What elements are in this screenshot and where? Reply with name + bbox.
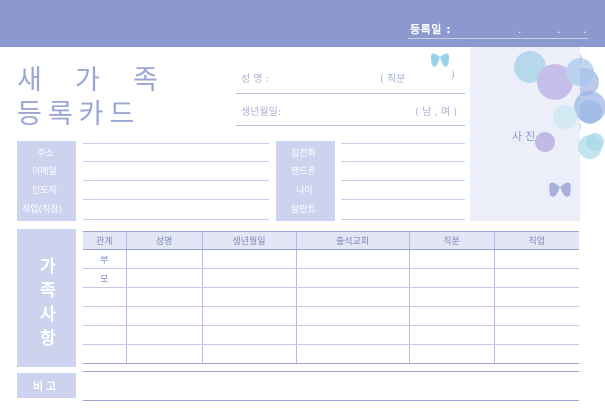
table-cell[interactable] <box>295 268 409 288</box>
age-label: 나이 <box>296 186 313 196</box>
table-row <box>83 325 579 345</box>
table-cell[interactable] <box>125 306 202 326</box>
talent-label: 달란트 <box>291 205 316 215</box>
relation-cell[interactable] <box>83 344 126 364</box>
guide-field[interactable] <box>83 199 269 200</box>
family-table: 관계 성명 생년월일 출석교회 직분 직업 부 모 <box>83 231 579 364</box>
table-row <box>83 287 579 307</box>
table-cell[interactable] <box>201 249 296 269</box>
table-cell[interactable] <box>493 287 579 307</box>
position-label: ( 직분 <box>380 74 406 85</box>
table-cell[interactable] <box>493 268 579 288</box>
address-field[interactable] <box>83 161 269 162</box>
card-title-line2: 등록카드 <box>17 99 141 130</box>
table-cell[interactable] <box>201 268 296 288</box>
header-band <box>0 0 605 47</box>
relation-cell[interactable]: 부 <box>83 249 126 269</box>
relation-cell[interactable] <box>83 287 126 307</box>
table-cell[interactable] <box>408 287 494 307</box>
table-cell[interactable] <box>408 325 494 345</box>
table-cell[interactable] <box>125 344 202 364</box>
guide-label: 인도자 <box>32 186 57 196</box>
remarks-top-line <box>83 371 579 372</box>
relation-cell[interactable] <box>83 306 126 326</box>
email-label: 이메일 <box>32 167 57 177</box>
column-header-position: 직분 <box>408 231 494 250</box>
position-close: ) <box>451 70 455 81</box>
gender-label: ( 남 , 여 ) <box>415 107 458 118</box>
job-label: 직업(직장) <box>22 205 63 215</box>
info-line <box>341 143 465 144</box>
home-phone-field[interactable] <box>341 161 465 162</box>
table-cell[interactable] <box>125 287 202 307</box>
family-label-char: 족 <box>40 281 56 301</box>
relation-cell[interactable] <box>83 325 126 345</box>
table-cell[interactable] <box>408 249 494 269</box>
remarks-field[interactable] <box>83 400 579 401</box>
registration-date-field[interactable] <box>408 38 588 39</box>
column-header-birth: 생년월일 <box>201 231 296 250</box>
mobile-phone-field[interactable] <box>341 180 465 181</box>
family-label-char: 가 <box>40 257 56 277</box>
column-header-relation: 관계 <box>83 231 126 250</box>
table-cell[interactable] <box>125 249 202 269</box>
table-row <box>83 344 579 364</box>
table-cell[interactable] <box>493 344 579 364</box>
home-phone-label: 집전화 <box>291 149 316 159</box>
family-label-char: 항 <box>40 329 56 349</box>
table-cell[interactable] <box>201 344 296 364</box>
registration-date-dot: . <box>518 23 522 36</box>
registration-date-dot: . <box>557 23 561 36</box>
name-field[interactable] <box>236 93 465 94</box>
table-cell[interactable] <box>125 325 202 345</box>
table-cell[interactable] <box>201 325 296 345</box>
table-cell[interactable] <box>408 306 494 326</box>
table-cell[interactable] <box>125 268 202 288</box>
table-row: 부 <box>83 249 579 269</box>
mobile-phone-label: 핸드폰 <box>291 167 316 177</box>
table-cell[interactable] <box>295 287 409 307</box>
email-field[interactable] <box>83 180 269 181</box>
table-cell[interactable] <box>201 306 296 326</box>
birth-label: 생년월일: <box>241 107 282 118</box>
table-cell[interactable] <box>408 344 494 364</box>
table-cell[interactable] <box>295 344 409 364</box>
table-cell[interactable] <box>201 287 296 307</box>
birth-field[interactable] <box>236 125 465 126</box>
family-table-header: 관계 성명 생년월일 출석교회 직분 직업 <box>83 231 579 250</box>
registration-date-label: 등록일 : <box>410 23 452 36</box>
registration-date-dot: . <box>583 23 587 36</box>
talent-field[interactable] <box>341 219 465 220</box>
column-header-job: 직업 <box>493 231 579 250</box>
column-header-name: 성명 <box>125 231 202 250</box>
table-cell[interactable] <box>295 325 409 345</box>
photo-label: 사진 <box>512 130 539 143</box>
table-cell[interactable] <box>493 249 579 269</box>
name-label: 성 명 : <box>241 74 270 85</box>
table-row: 모 <box>83 268 579 288</box>
remarks-label: 비고 <box>33 380 60 393</box>
table-row <box>83 306 579 326</box>
butterfly-overlay <box>514 51 605 197</box>
table-cell[interactable] <box>295 306 409 326</box>
table-cell[interactable] <box>493 306 579 326</box>
column-header-church: 출석교회 <box>295 231 409 250</box>
info-line <box>83 143 269 144</box>
table-cell[interactable] <box>408 268 494 288</box>
address-label: 주소 <box>37 149 54 159</box>
family-label-char: 사 <box>40 305 56 325</box>
table-cell[interactable] <box>493 325 579 345</box>
table-cell[interactable] <box>295 249 409 269</box>
relation-cell[interactable]: 모 <box>83 268 126 288</box>
age-field[interactable] <box>341 199 465 200</box>
job-field[interactable] <box>83 219 269 220</box>
